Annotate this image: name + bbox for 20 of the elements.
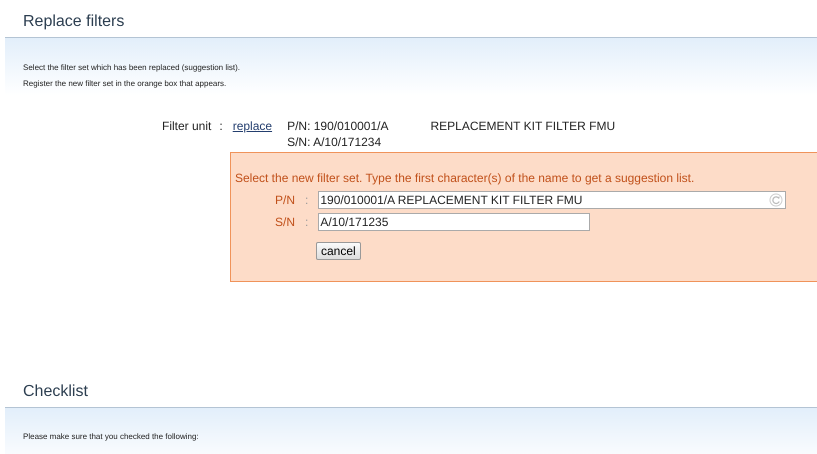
serial-number: S/N: A/10/171234 (287, 135, 382, 149)
cancel-button[interactable]: cancel (316, 242, 361, 260)
part-number: P/N: 190/010001/A (287, 119, 388, 133)
section-title: Replace filters (23, 13, 124, 30)
filter-unit-label: Filter unit (162, 118, 212, 135)
instruction-text: Please make sure that you checked the following: (23, 431, 200, 443)
serial-number-field[interactable]: A/10/171235 (318, 213, 590, 231)
instruction-text: Register the new filter set in the orange box that appears. (23, 78, 228, 90)
replace-link[interactable]: replace (232, 118, 272, 150)
section-title: Checklist (23, 383, 88, 400)
separator-text: : (219, 118, 223, 135)
part-description: REPLACEMENT KIT FILTER FMU (430, 119, 616, 133)
field-label: S/N (274, 215, 295, 229)
separator-text: : (305, 193, 308, 207)
instruction-text: Select the new filter set. Type the first character(s) of the name to get a suggestion list. (235, 171, 696, 187)
field-label: P/N (274, 193, 295, 207)
part-number-field[interactable]: 190/010001/A REPLACEMENT KIT FILTER FMU (318, 191, 786, 209)
instruction-text: Select the filter set which has been replaced (suggestion list). (23, 62, 242, 74)
separator-text: : (305, 215, 308, 229)
refresh-icon[interactable] (769, 193, 784, 207)
